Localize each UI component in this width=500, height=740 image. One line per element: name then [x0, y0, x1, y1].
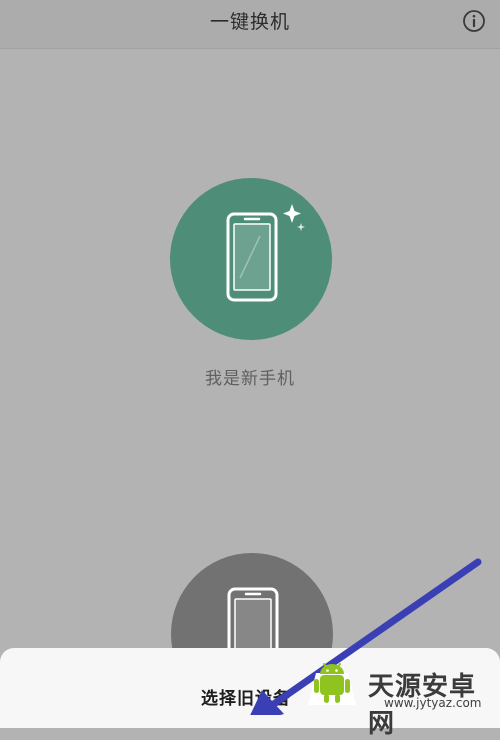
page-title: 一键换机: [209, 11, 290, 33]
info-circle-icon: [463, 10, 485, 32]
info-button[interactable]: [462, 9, 486, 33]
select-old-device-title: 选择旧设备: [201, 689, 291, 709]
watermark-url: www.jytyaz.com: [384, 696, 482, 710]
smartphone-sparkle-icon: [226, 204, 305, 302]
new-phone-button[interactable]: [170, 178, 332, 340]
android-logo-icon: [308, 663, 356, 705]
app-header: 一键换机: [0, 0, 500, 49]
new-phone-label: 我是新手机: [205, 369, 295, 389]
